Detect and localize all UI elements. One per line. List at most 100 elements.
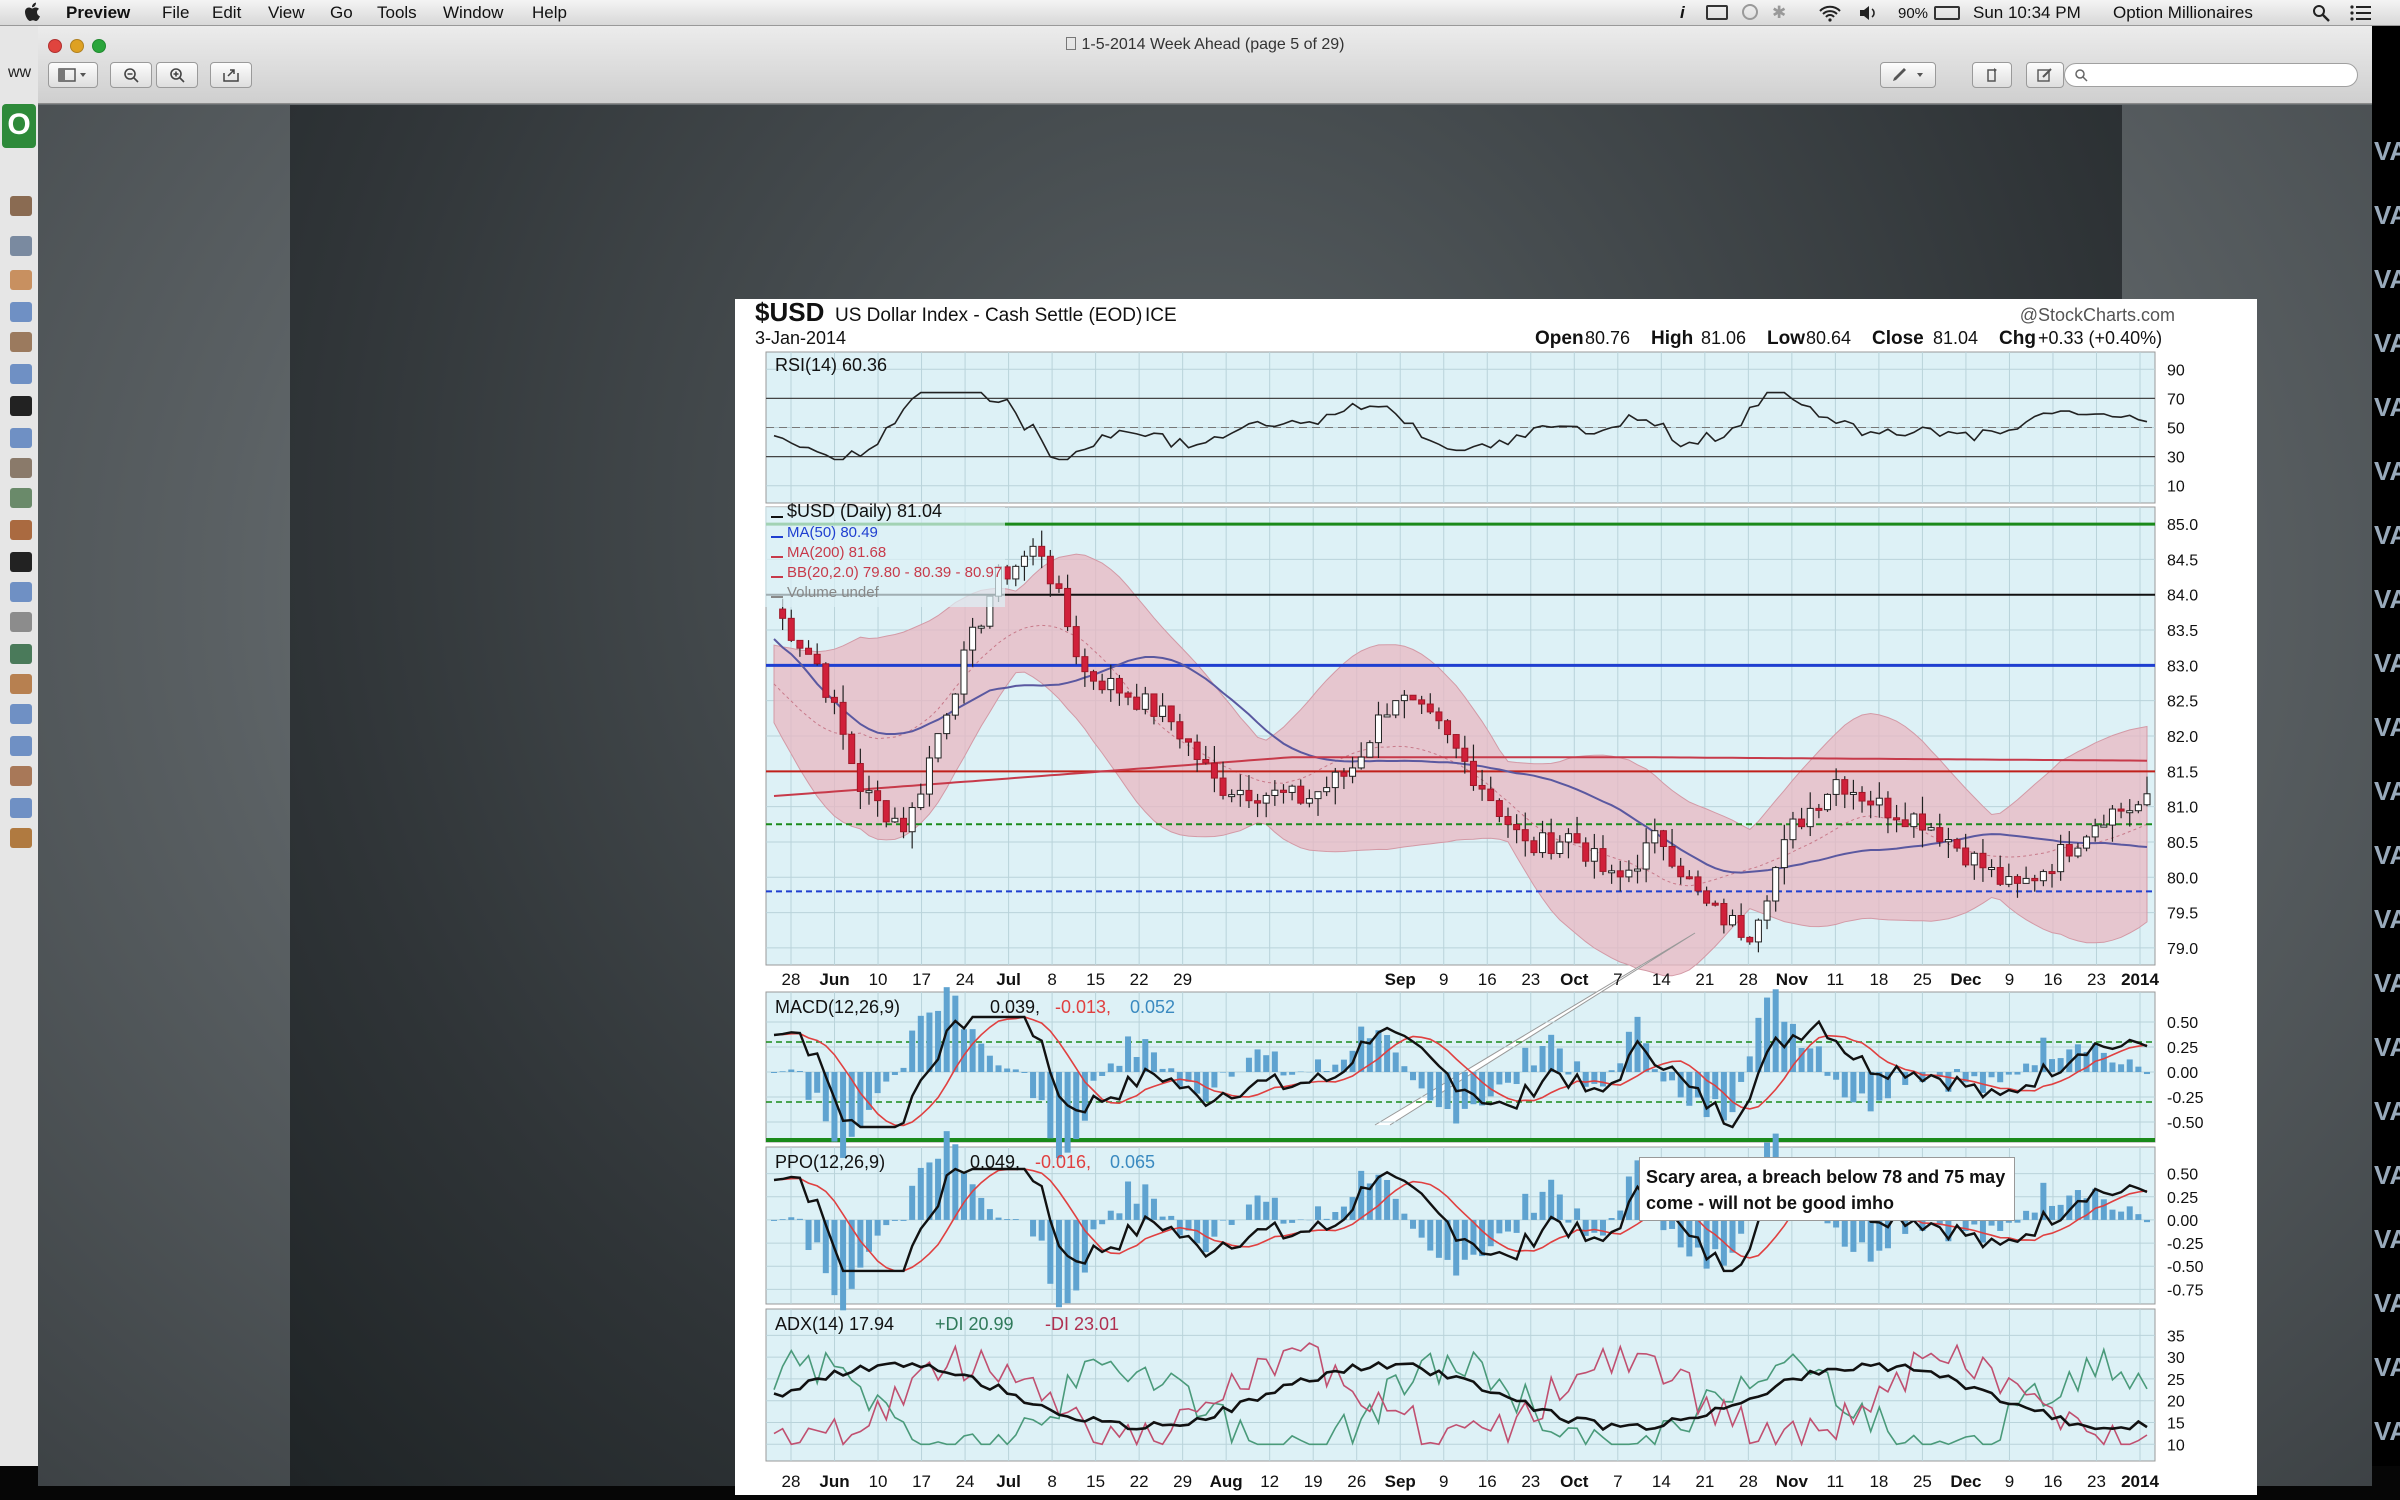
zoom-in-button[interactable] <box>156 62 198 88</box>
candle-body <box>1469 760 1477 786</box>
ppo-histogram-bar <box>1150 1198 1157 1220</box>
desktop-left-edge: ww O <box>0 26 38 1466</box>
menu-help[interactable]: Help <box>532 3 567 23</box>
ppo-histogram-bar <box>891 1219 898 1221</box>
candle-body <box>943 714 951 735</box>
desktop-file-icon[interactable] <box>10 364 32 384</box>
desktop-file-icon[interactable] <box>10 428 32 448</box>
menu-app-name[interactable]: Preview <box>66 3 130 23</box>
y-tick-label: 30 <box>2167 450 2185 467</box>
desktop-file-icon[interactable] <box>10 736 32 756</box>
chart-title: US Dollar Index - Cash Settle (EOD) <box>835 305 1142 326</box>
candle-body <box>1936 827 1944 843</box>
candle-body <box>1746 936 1754 943</box>
candle-body <box>2083 836 2091 849</box>
desktop-file-icon[interactable] <box>10 488 32 508</box>
candle-body <box>1331 771 1339 789</box>
x-tick-label: 7 <box>1613 970 1622 989</box>
apple-menu-icon[interactable] <box>24 1 42 23</box>
ohlc-value: 81.04 <box>1933 328 1978 348</box>
desktop-file-icon[interactable] <box>10 302 32 322</box>
macd-histogram-bar <box>1833 1072 1840 1080</box>
user-name[interactable]: Option Millionaires <box>2113 3 2253 23</box>
candle-body <box>1279 789 1287 793</box>
clock[interactable]: Sun 10:34 PM <box>1973 3 2081 23</box>
airplay-icon[interactable] <box>1706 5 1728 20</box>
y-tick-label: 81.0 <box>2167 800 2198 817</box>
notification-center-icon[interactable] <box>2350 4 2372 22</box>
candle-body <box>1081 656 1089 673</box>
bluetooth-icon[interactable]: ✱ <box>1772 3 1786 23</box>
desktop-file-icon[interactable] <box>10 798 32 818</box>
macd-histogram-bar <box>814 1072 821 1093</box>
ppo-histogram-bar <box>2014 1219 2021 1223</box>
desktop-file-icon[interactable] <box>10 644 32 664</box>
candle-body <box>1029 545 1037 557</box>
macd-histogram-bar <box>1055 1072 1062 1159</box>
desktop-file-icon[interactable] <box>10 458 32 478</box>
candle-body <box>822 663 830 698</box>
x-tick-label: 22 <box>1130 970 1149 989</box>
annotate-button[interactable] <box>2026 62 2064 88</box>
candle-body <box>1383 714 1391 718</box>
ohlc-label: Close <box>1872 328 1924 349</box>
share-button[interactable] <box>210 62 252 88</box>
ohlc-label: Low <box>1767 328 1805 349</box>
desktop-file-icon[interactable] <box>10 396 32 416</box>
desktop-file-icon[interactable] <box>10 332 32 352</box>
candle-body <box>1910 813 1918 828</box>
y-tick-label: 35 <box>2167 1328 2185 1345</box>
macd-histogram-bar <box>2109 1062 2116 1072</box>
menu-edit[interactable]: Edit <box>212 3 241 23</box>
candle-body <box>2100 824 2108 828</box>
desktop-file-icon[interactable] <box>10 766 32 786</box>
zoom-out-button[interactable] <box>110 62 152 88</box>
macd-histogram-bar <box>926 1012 933 1072</box>
y-tick-label: 0.50 <box>2167 1015 2198 1032</box>
macd-histogram-bar <box>2005 1072 2012 1075</box>
document-view[interactable]: $USD US Dollar Index - Cash Settle (EOD) I… <box>38 105 2372 1495</box>
y-tick-label: 25 <box>2167 1372 2185 1389</box>
sync-icon[interactable] <box>1742 4 1758 20</box>
candle-body <box>1780 839 1788 869</box>
menu-window[interactable]: Window <box>443 3 503 23</box>
candle-body <box>1685 876 1693 880</box>
menu-go[interactable]: Go <box>330 3 353 23</box>
volume-icon[interactable] <box>1858 5 1878 21</box>
ohlc-label: Chg <box>1999 328 2036 349</box>
battery-icon[interactable] <box>1934 6 1960 20</box>
search-field[interactable] <box>2064 63 2358 87</box>
desktop-file-icon[interactable] <box>10 582 32 602</box>
macd-histogram-bar <box>1582 1072 1589 1087</box>
desktop-file-icon[interactable] <box>10 704 32 724</box>
desktop-file-icon[interactable] <box>10 270 32 290</box>
candle-body <box>1288 785 1296 793</box>
desktop-file-icon[interactable] <box>10 674 32 694</box>
desktop-file-icon[interactable] <box>10 520 32 540</box>
candle-body <box>882 800 890 823</box>
chart-symbol: $USD <box>755 299 824 327</box>
rotate-button[interactable] <box>1972 62 2012 88</box>
legend-entry: Volume undef <box>787 584 880 601</box>
macd-histogram-bar <box>1764 997 1771 1072</box>
menu-view[interactable]: View <box>268 3 305 23</box>
x-tick-label: 7 <box>1613 1472 1622 1491</box>
sidebar-view-button[interactable] <box>48 62 98 88</box>
desktop-file-icon[interactable] <box>10 236 32 256</box>
macd-histogram-bar <box>2049 1059 2056 1072</box>
menu-file[interactable]: File <box>162 3 189 23</box>
desktop-file-icon[interactable] <box>10 196 32 216</box>
menu-tools[interactable]: Tools <box>377 3 417 23</box>
candle-body <box>1703 890 1711 904</box>
wifi-icon[interactable] <box>1818 4 1842 22</box>
desktop-file-icon[interactable] <box>10 612 32 632</box>
ppo-histogram-bar <box>1289 1219 1296 1223</box>
markup-button[interactable] <box>1880 62 1936 88</box>
candle-body <box>1003 566 1011 580</box>
info-icon[interactable]: i <box>1680 3 1685 23</box>
spotlight-icon[interactable] <box>2312 4 2330 22</box>
candle-body <box>925 757 933 795</box>
desktop-file-icon[interactable] <box>10 552 32 572</box>
desktop-file-icon[interactable] <box>10 828 32 848</box>
ppo-histogram-bar <box>1487 1219 1494 1247</box>
